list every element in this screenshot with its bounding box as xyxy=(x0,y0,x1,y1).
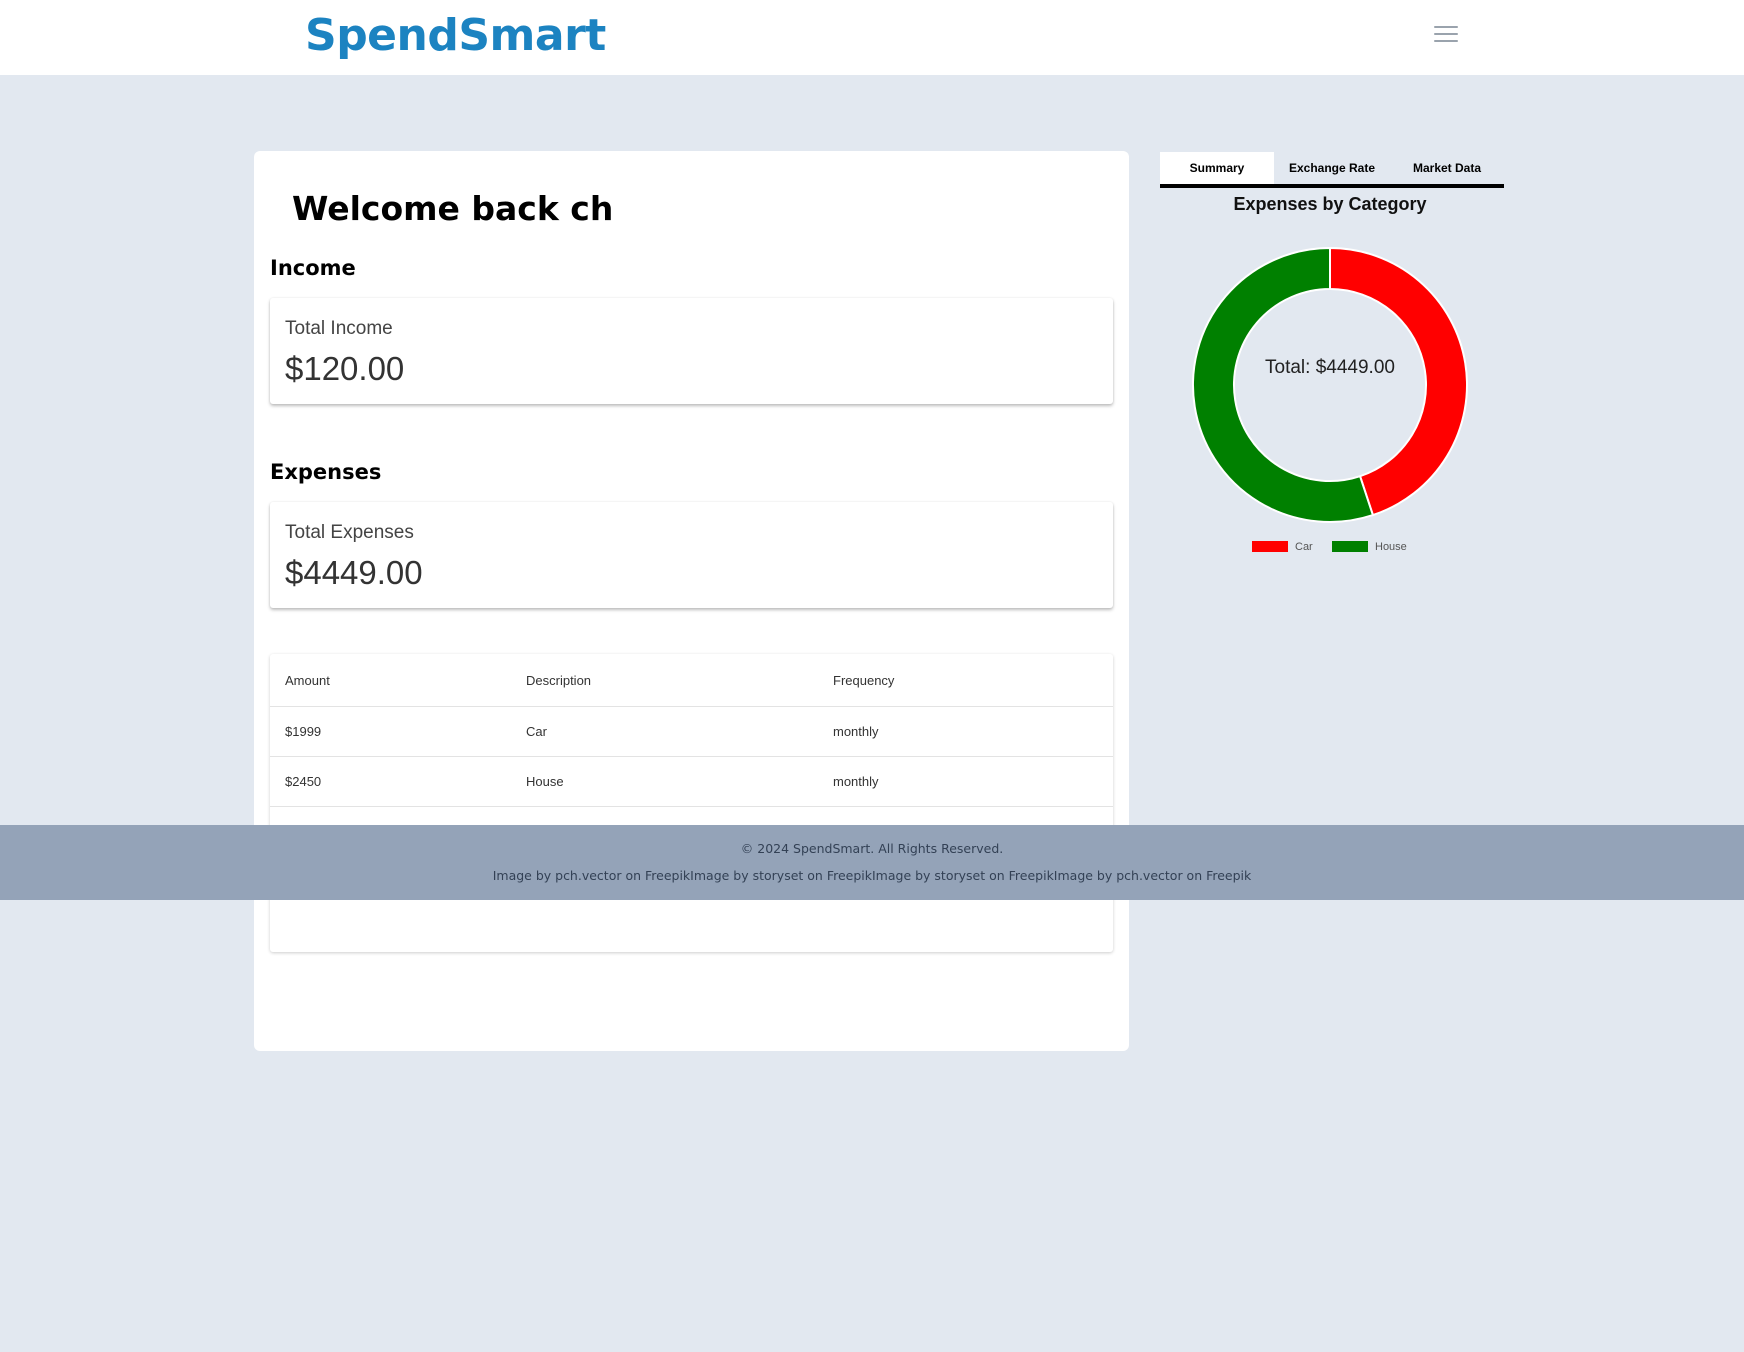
column-header-frequency[interactable]: Frequency xyxy=(818,654,1113,707)
chart-title: Expenses by Category xyxy=(1233,194,1427,214)
income-section-title: Income xyxy=(270,256,356,280)
cell-description: Car xyxy=(511,706,818,757)
tab-exchange-rate[interactable]: Exchange Rate xyxy=(1274,152,1390,184)
tab-market-data[interactable]: Market Data xyxy=(1390,152,1504,184)
legend-swatch-house[interactable] xyxy=(1332,541,1368,552)
legend-swatch-car[interactable] xyxy=(1252,541,1288,552)
app-logo[interactable]: SpendSmart xyxy=(305,10,606,61)
side-tabs: Summary Exchange Rate Market Data xyxy=(1160,152,1504,188)
donut-center-total: Total: $4449.00 xyxy=(1265,357,1395,378)
table-row[interactable]: $2450 House monthly xyxy=(270,756,1113,807)
legend-label-car[interactable]: Car xyxy=(1295,541,1313,553)
total-income-label: Total Income xyxy=(285,318,393,339)
total-income-card: Total Income $120.00 xyxy=(270,298,1113,404)
dashboard-card: Welcome back ch Income Total Income $120… xyxy=(254,151,1129,1051)
table-header-row: Amount Description Frequency xyxy=(270,654,1113,707)
tab-summary[interactable]: Summary xyxy=(1160,152,1274,184)
legend-label-house[interactable]: House xyxy=(1375,541,1407,553)
cell-amount: $1999 xyxy=(270,706,511,757)
welcome-heading: Welcome back ch xyxy=(292,189,614,228)
expenses-donut-chart: Total: $4449.00 Car House xyxy=(1192,246,1468,553)
table-row[interactable]: $1999 Car monthly xyxy=(270,706,1113,757)
donut-slice-car[interactable] xyxy=(1329,246,1468,517)
total-expenses-card: Total Expenses $4449.00 xyxy=(270,502,1113,608)
cell-frequency: monthly xyxy=(818,756,1113,807)
footer-copyright: © 2024 SpendSmart. All Rights Reserved. xyxy=(740,841,1004,856)
column-header-amount[interactable]: Amount xyxy=(270,654,511,707)
total-income-value: $120.00 xyxy=(285,350,405,387)
cell-frequency: monthly xyxy=(818,706,1113,757)
hamburger-menu-icon[interactable] xyxy=(1434,26,1458,48)
cell-amount: $2450 xyxy=(270,756,511,807)
expenses-section-title: Expenses xyxy=(270,460,382,484)
total-expenses-label: Total Expenses xyxy=(285,522,414,543)
footer-credits: Image by pch.vector on FreepikImage by s… xyxy=(492,868,1252,883)
expenses-table: Amount Description Frequency $1999 Car m… xyxy=(270,654,1113,952)
total-expenses-value: $4449.00 xyxy=(285,554,423,591)
cell-description: House xyxy=(511,756,818,807)
top-navbar: SpendSmart xyxy=(0,0,1744,75)
column-header-description[interactable]: Description xyxy=(511,654,818,707)
page-footer: © 2024 SpendSmart. All Rights Reserved. … xyxy=(0,825,1744,900)
